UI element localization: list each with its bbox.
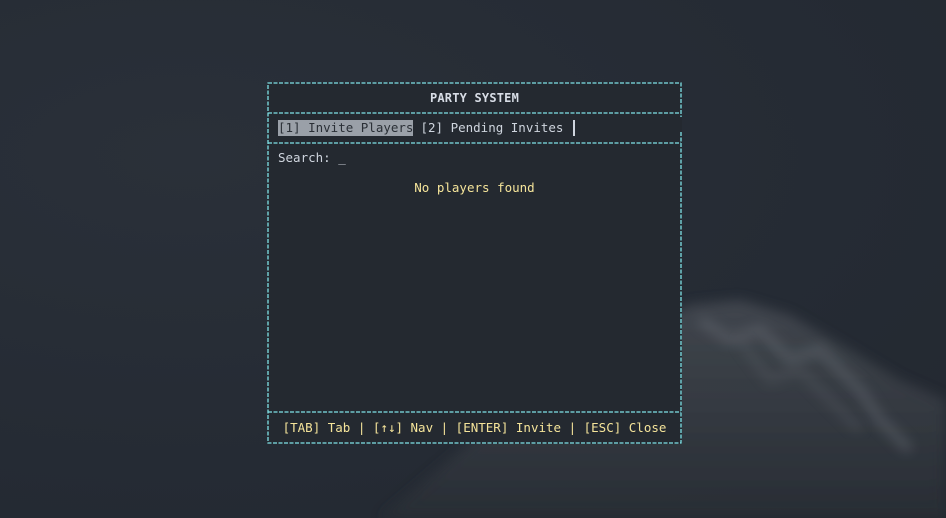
tab-bar-cursor <box>573 120 576 136</box>
tab-bar: [1] Invite Players [2] Pending Invites <box>278 120 576 136</box>
party-system-dialog: PARTY SYSTEM [1] Invite Players [2] Pend… <box>267 82 682 444</box>
tab-invite-players[interactable]: [1] Invite Players <box>278 120 414 136</box>
search-field[interactable]: Search: _ <box>278 150 346 165</box>
dialog-border <box>267 82 682 444</box>
search-label: Search: <box>278 150 339 165</box>
desktop-background: PARTY SYSTEM [1] Invite Players [2] Pend… <box>0 0 946 518</box>
empty-results-message: No players found <box>414 180 535 195</box>
dialog-title: PARTY SYSTEM <box>429 91 520 105</box>
keybind-hints: [TAB] Tab | [↑↓] Nav | [ENTER] Invite | … <box>282 420 667 435</box>
tab-pending-invites[interactable]: [2] Pending Invites <box>420 120 563 136</box>
search-input[interactable]: _ <box>338 150 346 165</box>
